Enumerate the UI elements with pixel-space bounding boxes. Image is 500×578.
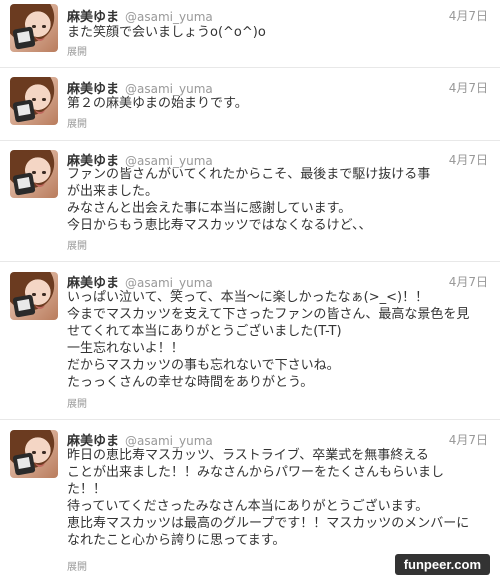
expand-link[interactable]: 展開 (67, 237, 87, 252)
tweet-item[interactable]: 麻美ゆま @asami_yuma 4月7日 いっぱい泣いて、笑って、本当～に楽しか… (0, 262, 500, 420)
expand-link[interactable]: 展開 (67, 395, 87, 410)
tweet-date[interactable]: 4月7日 (449, 7, 488, 24)
expand-link[interactable]: 展開 (67, 115, 87, 130)
tweet-date[interactable]: 4月7日 (449, 431, 488, 448)
avatar[interactable] (10, 77, 58, 125)
tweet-feed: 麻美ゆま @asami_yuma 4月7日 また笑顔で会いましょうo(^o^)o … (0, 0, 500, 578)
tweet-text: ファンの皆さんがいてくれたからこそ、最後まで駆け抜ける事 が出来ました。 みなさ… (67, 167, 431, 233)
tweet-text: いっぱい泣いて、笑って、本当～に楽しかったなぁ(>_<)！！ 今までマスカッツを… (67, 290, 470, 390)
tweet-text: 昨日の恵比寿マスカッツ、ラストライブ、卒業式を無事終える ことが出来ました！！み… (67, 448, 470, 548)
avatar[interactable] (10, 4, 58, 52)
tweet-item[interactable]: 麻美ゆま @asami_yuma 4月7日 ファンの皆さんがいてくれたからこそ、最… (0, 141, 500, 262)
user-handle: @asami_yuma (125, 82, 213, 96)
expand-link[interactable]: 展開 (67, 43, 87, 58)
tweet-text: 第２の麻美ゆまの始まりです。 (67, 96, 248, 111)
avatar[interactable] (10, 150, 58, 198)
tweet-date[interactable]: 4月7日 (449, 273, 488, 290)
watermark: funpeer.com (394, 554, 490, 575)
user-name[interactable]: 麻美ゆま @asami_yuma (67, 6, 213, 25)
avatar[interactable] (10, 272, 58, 320)
tweet-date[interactable]: 4月7日 (449, 79, 488, 96)
tweet-item[interactable]: 麻美ゆま @asami_yuma 4月7日 また笑顔で会いましょうo(^o^)o … (0, 0, 500, 68)
tweet-item[interactable]: 麻美ゆま @asami_yuma 4月7日 第２の麻美ゆまの始まりです。 展開 (0, 68, 500, 141)
user-handle: @asami_yuma (125, 10, 213, 24)
avatar[interactable] (10, 430, 58, 478)
user-handle: @asami_yuma (125, 276, 213, 290)
expand-link[interactable]: 展開 (67, 558, 87, 573)
user-handle: @asami_yuma (125, 434, 213, 448)
tweet-text: また笑顔で会いましょうo(^o^)o (67, 25, 266, 40)
